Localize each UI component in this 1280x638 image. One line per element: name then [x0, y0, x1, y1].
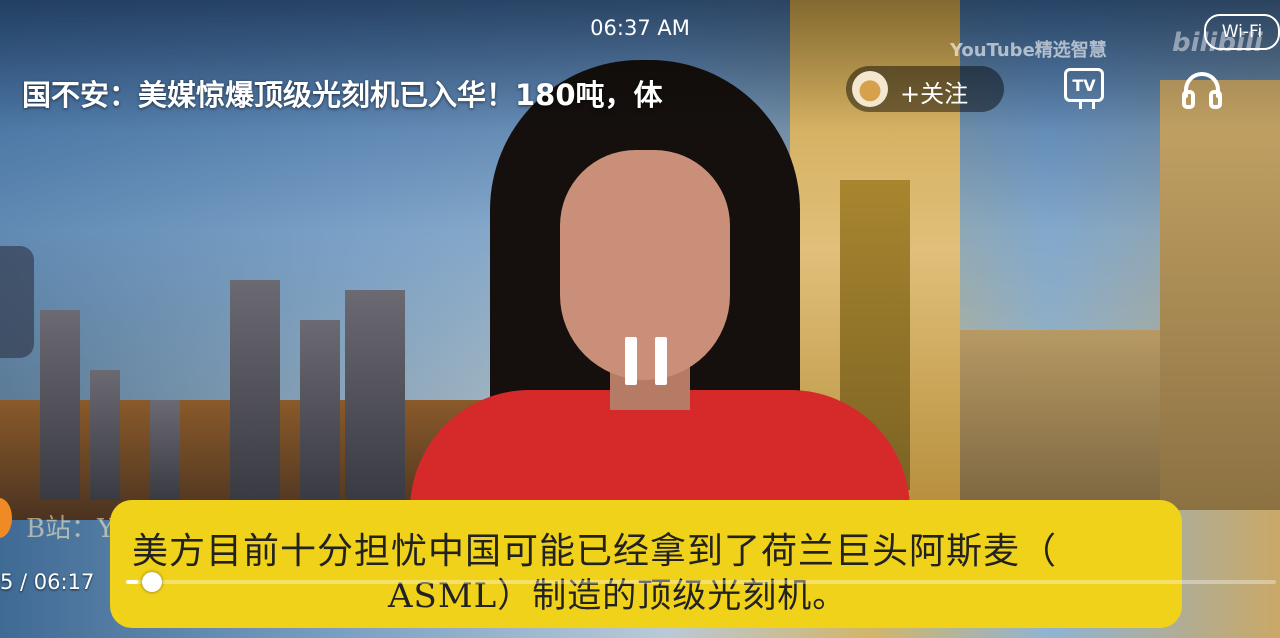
progress-knob[interactable]: [141, 572, 162, 592]
follow-button[interactable]: +关注: [846, 66, 1004, 112]
progress-fill: [126, 580, 138, 584]
tv-cast-icon[interactable]: TV: [1064, 68, 1104, 102]
video-player[interactable]: 06:37 AM Wi-Fi YouTube精选智慧 bilibili 国不安：…: [0, 0, 1280, 638]
video-frame-right-tower: [1160, 80, 1280, 510]
pause-icon[interactable]: [625, 337, 669, 385]
follow-label: +关注: [900, 80, 969, 108]
bilibili-logo: bilibili: [1172, 28, 1263, 58]
side-drawer-handle[interactable]: [0, 246, 34, 358]
channel-watermark: YouTube精选智慧: [950, 40, 1107, 61]
headphones-icon[interactable]: [1180, 70, 1224, 110]
subtitle-box: 美方目前十分担忧中国可能已经拿到了荷兰巨头阿斯麦（ ASML）制造的顶级光刻机。: [110, 500, 1182, 628]
progress-track[interactable]: [126, 580, 1276, 584]
video-frame-skyline: [0, 260, 460, 500]
video-title: 国不安：美媒惊爆顶级光刻机已入华！180吨，体: [22, 78, 663, 112]
channel-avatar[interactable]: [852, 71, 888, 107]
time-display: 5 / 06:17: [0, 570, 95, 594]
subtitle-line-1: 美方目前十分担忧中国可能已经拿到了荷兰巨头阿斯麦（: [132, 531, 1058, 572]
subtitle-line-2: ASML）制造的顶级光刻机。: [388, 576, 848, 616]
